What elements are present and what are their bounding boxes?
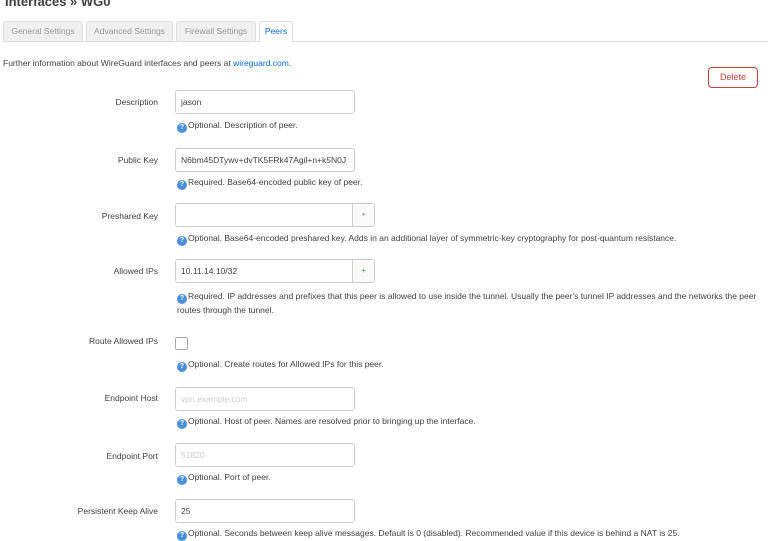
endpoint-host-hint-text: Optional. Host of peer. Names are resolv…	[188, 416, 476, 426]
tab-firewall-settings[interactable]: Firewall Settings	[176, 21, 256, 41]
public-key-hint-text: Required. Base64-encoded public key of p…	[188, 177, 363, 187]
route-allowed-ips-label: Route Allowed IPs	[89, 336, 158, 346]
route-allowed-ips-hint: ? Optional. Create routes for Allowed IPs…	[177, 358, 384, 372]
endpoint-port-label: Endpoint Port	[106, 451, 158, 461]
tab-general-settings[interactable]: General Settings	[3, 21, 83, 41]
preshared-key-label: Preshared Key	[101, 211, 158, 221]
help-icon: ?	[177, 475, 187, 485]
allowed-ips-value: 10.11.14.10/32	[181, 266, 238, 276]
tab-peers[interactable]: Peers	[259, 21, 293, 42]
description-input[interactable]: jason	[175, 90, 355, 114]
info-text-prefix: Further information about WireGuard inte…	[3, 58, 234, 68]
wireguard-link[interactable]: wireguard.com	[233, 58, 289, 68]
public-key-input[interactable]: N6bm45DTywv+dvTK5FRk47Agil+n+k5N0J	[175, 148, 355, 172]
preshared-key-input[interactable]: •	[175, 203, 375, 227]
description-label: Description	[115, 97, 158, 107]
route-allowed-ips-hint-text: Optional. Create routes for Allowed IPs …	[188, 359, 384, 369]
help-icon: ?	[177, 531, 187, 541]
preshared-key-hint: ? Optional. Base64-encoded preshared key.…	[177, 232, 676, 246]
allowed-ips-label: Allowed IPs	[113, 266, 158, 276]
public-key-label: Public Key	[117, 155, 158, 165]
endpoint-port-hint: ? Optional. Port of peer.	[177, 471, 271, 485]
allowed-ips-hint-text: Required. IP addresses and prefixes that…	[177, 291, 757, 315]
endpoint-host-input[interactable]: vpn.example.com	[175, 387, 355, 411]
endpoint-port-input[interactable]: 51820	[175, 443, 355, 467]
keepalive-hint-text: Optional. Seconds between keep alive mes…	[188, 528, 680, 538]
public-key-hint: ? Required. Base64-encoded public key of …	[177, 176, 362, 190]
help-icon: ?	[177, 362, 187, 372]
info-text: Further information about WireGuard inte…	[3, 58, 291, 68]
delete-button[interactable]: Delete	[708, 67, 758, 88]
generate-key-button[interactable]: •	[352, 204, 374, 226]
preshared-key-hint-text: Optional. Base64-encoded preshared key. …	[188, 233, 677, 243]
route-allowed-ips-checkbox[interactable]	[175, 337, 188, 350]
keepalive-hint: ? Optional. Seconds between keep alive me…	[177, 527, 680, 541]
page-title: Interfaces » WG0	[5, 0, 111, 9]
description-hint-text: Optional. Description of peer.	[188, 120, 298, 130]
help-icon: ?	[177, 419, 187, 429]
help-icon: ?	[177, 294, 187, 304]
allowed-ips-input[interactable]: 10.11.14.10/32 +	[175, 259, 375, 283]
add-allowed-ip-button[interactable]: +	[352, 260, 374, 282]
tab-bar: General Settings Advanced Settings Firew…	[3, 21, 768, 42]
tab-advanced-settings[interactable]: Advanced Settings	[86, 21, 173, 41]
keepalive-input[interactable]: 25	[175, 499, 355, 523]
help-icon: ?	[177, 180, 187, 190]
info-text-suffix: .	[288, 58, 292, 68]
keepalive-label: Persistent Keep Alive	[77, 506, 158, 516]
endpoint-host-hint: ? Optional. Host of peer. Names are resol…	[177, 415, 476, 429]
description-hint: ? Optional. Description of peer.	[177, 119, 298, 133]
endpoint-host-label: Endpoint Host	[104, 393, 158, 403]
endpoint-port-hint-text: Optional. Port of peer.	[188, 472, 271, 482]
help-icon: ?	[177, 123, 187, 133]
allowed-ips-hint: ? Required. IP addresses and prefixes tha…	[177, 290, 757, 317]
help-icon: ?	[177, 236, 187, 246]
